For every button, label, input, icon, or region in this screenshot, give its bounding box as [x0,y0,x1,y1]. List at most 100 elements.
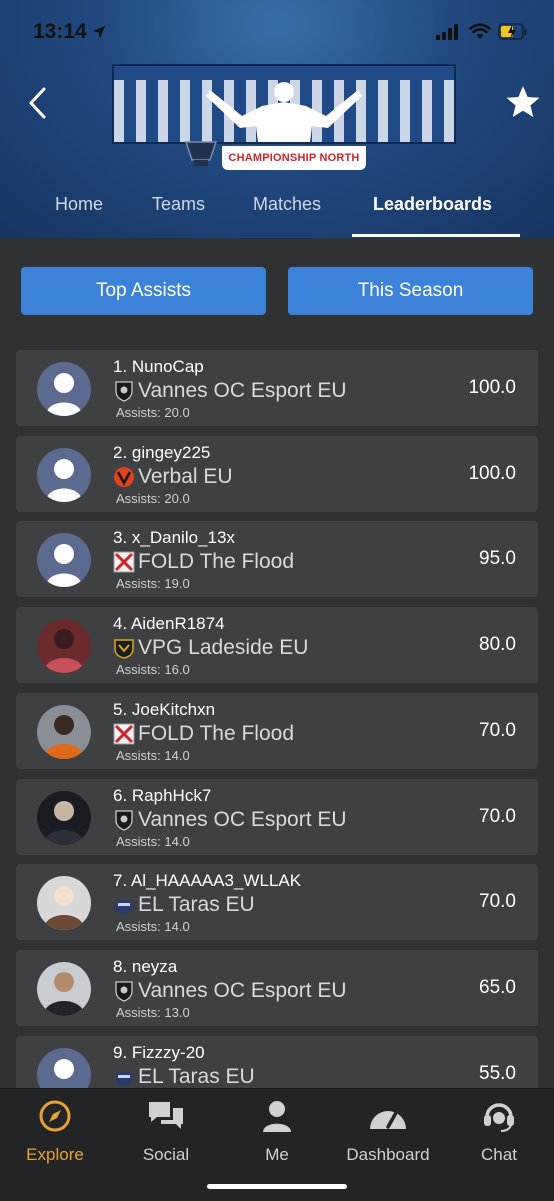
cell-signal-icon [436,24,458,40]
person-icon [263,1101,291,1132]
vannes-crest-icon [113,809,135,831]
player-rank-name: 8. neyza [113,956,178,976]
leaderboard-row[interactable]: 9. Fizzzy-20 EL Taras EU 55.0 [16,1035,538,1088]
team-name: VPG Ladeside EU [138,636,309,660]
ladeside-crest-icon [113,637,135,659]
eltaras-crest-icon [113,1066,135,1088]
player-score: 70.0 [479,805,516,827]
team-name: Verbal EU [138,464,233,488]
assists-count: Assists: 14.0 [116,919,190,935]
leaderboard-row[interactable]: 3. x_Danilo_13x FOLD The Flood Assists: 19… [16,521,538,598]
location-arrow-icon [93,26,105,38]
player-avatar[interactable] [37,704,91,759]
assists-count: Assists: 19.0 [116,576,190,592]
player-rank-name: 1. NunoCap [113,357,204,376]
player-score: 70.0 [479,891,516,913]
team-name: FOLD The Flood [138,550,295,574]
gauge-icon [370,1109,406,1129]
tab-leaderboards[interactable]: Leaderboards [373,194,492,215]
active-tab-indicator [352,234,520,237]
celebrating-player-logo [114,66,454,142]
team-line[interactable]: Vannes OC Esport EU [113,807,347,833]
team-line[interactable]: FOLD The Flood [113,549,294,575]
assists-count: Assists: 20.0 [116,405,190,420]
player-score: 100.0 [468,462,516,484]
team-line[interactable]: EL Taras EU [113,1064,255,1088]
leaderboard-row[interactable]: 8. neyza Vannes OC Esport EU Assists: 13.0… [16,949,538,1026]
verbal-crest-icon [113,466,135,488]
leaderboard-row[interactable]: 7. Al_HAAAAA3_WLLAK EL Taras EU Assists: 1… [16,864,538,941]
battery-icon [498,23,527,40]
nav-explore[interactable]: Explore [0,1099,110,1164]
favorite-star-icon[interactable] [505,85,541,119]
league-subtitle: CHAMPIONSHIP NORTH [222,146,366,170]
league-tabs: Home Teams Matches Leaderboards [0,186,554,238]
trophy-logo-icon [184,141,218,166]
leaderboard-row[interactable]: 4. AidenR1874 VPG Ladeside EU Assists: 16.… [16,607,538,684]
team-line[interactable]: Vannes OC Esport EU [113,378,347,404]
player-rank-name: 6. RaphHck7 [113,785,212,805]
team-line[interactable]: Vannes OC Esport EU [113,978,347,1004]
player-rank-name: 5. JoeKitchxn [113,699,216,719]
assists-count: Assists: 16.0 [116,662,190,678]
assists-count: Assists: 13.0 [116,1004,190,1020]
wifi-icon [469,23,491,39]
team-name: FOLD The Flood [138,721,295,745]
player-score: 100.0 [468,377,516,398]
status-time: 13:14 [33,20,87,43]
assists-count: Assists: 14.0 [116,833,190,849]
team-line[interactable]: VPG Ladeside EU [113,635,308,661]
player-rank-name: 9. Fizzzy-20 [113,1042,205,1062]
assists-count: Assists: 20.0 [116,490,190,506]
leaderboard-row[interactable]: 2. gingey225 Verbal EU Assists: 20.0 100.0 [16,435,538,512]
team-line[interactable]: EL Taras EU [113,892,255,918]
league-logo-banner [112,64,456,144]
team-name: Vannes OC Esport EU [138,379,347,402]
nav-dashboard[interactable]: Dashboard [333,1099,443,1164]
player-score: 95.0 [479,548,516,570]
leaderboard-list[interactable]: 1. NunoCap Vannes OC Esport EU Assists: 20… [16,350,538,1088]
player-avatar[interactable] [37,790,91,845]
eltaras-crest-icon [113,894,135,916]
broken-image-icon [113,723,135,745]
player-avatar[interactable] [37,362,91,416]
headset-icon [484,1103,514,1132]
player-score: 55.0 [479,1062,516,1084]
back-chevron-icon[interactable] [26,86,48,120]
period-filter-button[interactable]: This Season [288,267,533,315]
team-name: EL Taras EU [138,893,255,917]
status-bar: 13:14 [0,0,554,66]
player-avatar[interactable] [37,961,91,1016]
nav-social[interactable]: Social [111,1099,221,1164]
player-rank-name: 2. gingey225 [113,442,211,462]
tab-home[interactable]: Home [55,194,103,215]
player-avatar[interactable] [37,876,91,931]
player-score: 65.0 [479,976,516,998]
team-line[interactable]: Verbal EU [113,464,233,490]
leaderboard-row[interactable]: 5. JoeKitchxn FOLD The Flood Assists: 14.0… [16,692,538,769]
leaderboard-row[interactable]: 1. NunoCap Vannes OC Esport EU Assists: 20… [16,350,538,426]
player-avatar[interactable] [37,447,91,502]
nav-me[interactable]: Me [222,1099,332,1164]
player-rank-name: 7. Al_HAAAAA3_WLLAK [113,871,302,891]
chat-bubbles-icon [149,1102,183,1129]
tab-teams[interactable]: Teams [152,194,205,215]
team-name: Vannes OC Esport EU [138,978,347,1002]
player-avatar[interactable] [37,619,91,674]
home-indicator [207,1184,347,1189]
broken-image-icon [113,551,135,573]
nav-chat[interactable]: Chat [444,1099,554,1164]
leaderboard-row[interactable]: 6. RaphHck7 Vannes OC Esport EU Assists: 1… [16,778,538,855]
player-rank-name: 3. x_Danilo_13x [113,528,235,548]
player-avatar[interactable] [37,533,91,588]
compass-icon [39,1100,71,1132]
team-name: EL Taras EU [138,1064,255,1088]
tab-matches[interactable]: Matches [253,194,321,215]
player-avatar[interactable] [37,1047,91,1088]
header: 13:14 CHAMPIONSHIP NORTH Home Teams Matc… [0,0,554,238]
player-score: 70.0 [479,719,516,741]
player-score: 80.0 [479,634,516,656]
team-line[interactable]: FOLD The Flood [113,721,294,747]
stat-filter-button[interactable]: Top Assists [21,267,266,315]
vannes-crest-icon [113,980,135,1002]
